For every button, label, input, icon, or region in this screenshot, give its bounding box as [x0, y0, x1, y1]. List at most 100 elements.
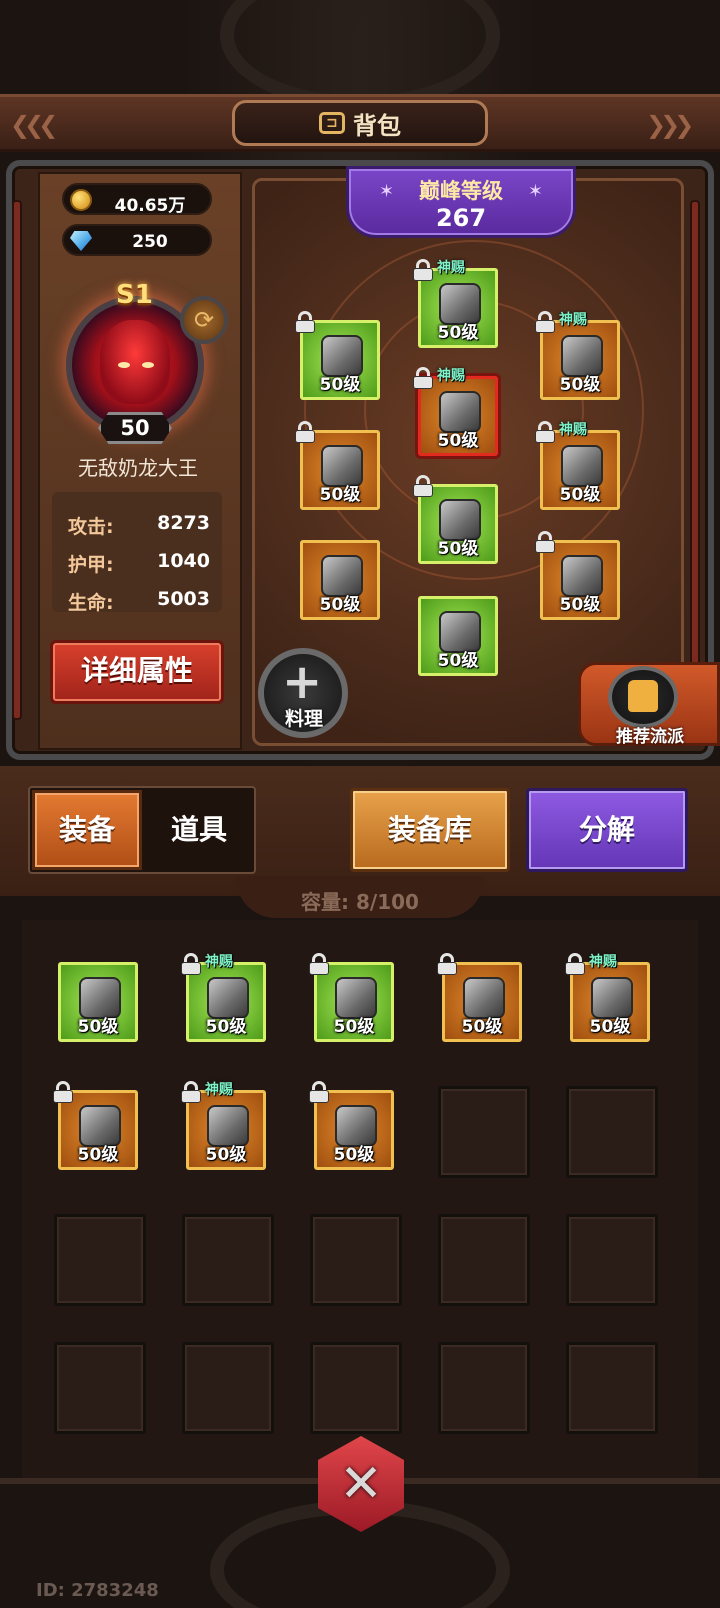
- item-level: 50级: [319, 595, 361, 615]
- blessed-tag: 神赐: [589, 954, 617, 970]
- empty-slot[interactable]: [566, 1086, 658, 1178]
- health-value: 5003: [157, 588, 210, 610]
- inventory-item[interactable]: 50级 神赐: [181, 1081, 266, 1170]
- equipped-slot-weapon[interactable]: 50级: [300, 540, 380, 620]
- lock-icon: [295, 421, 315, 443]
- inventory-item[interactable]: 50级 神赐: [565, 953, 650, 1042]
- empty-slot[interactable]: [438, 1086, 530, 1178]
- inventory-item[interactable]: 50级: [437, 953, 522, 1042]
- hero-level: 50: [98, 412, 172, 444]
- inventory-item[interactable]: 50级: [58, 962, 138, 1042]
- bag-icon: ⊐: [319, 112, 345, 134]
- item-level: 50级: [319, 375, 361, 395]
- hero-portrait: [100, 320, 170, 404]
- equipped-slot-pants[interactable]: 50级: [413, 475, 498, 564]
- user-id: ID: 2783248: [36, 1580, 159, 1601]
- cooking-label: 料理: [284, 708, 323, 730]
- lock-icon: [565, 953, 585, 975]
- gem-value: 250: [132, 232, 168, 252]
- star-icon: ✶: [527, 181, 543, 202]
- peak-level-banner[interactable]: ✶ ✶ 巅峰等级 267: [346, 166, 576, 238]
- item-level: 50级: [205, 1145, 247, 1165]
- gold-display: 40.65万: [62, 183, 212, 216]
- armor-value: 1040: [157, 550, 210, 572]
- empty-slot[interactable]: [310, 1214, 402, 1306]
- item-level: 50级: [319, 485, 361, 505]
- equipped-slot-boots[interactable]: 50级: [418, 596, 498, 676]
- tab-items[interactable]: 道具: [146, 790, 252, 870]
- swap-hero-button[interactable]: ⟳: [180, 296, 228, 344]
- peak-level-value: 267: [435, 204, 487, 232]
- lock-icon: [413, 475, 433, 497]
- inventory-item[interactable]: 50级: [309, 1081, 394, 1170]
- armor-label: 护甲:: [68, 554, 114, 576]
- empty-slot[interactable]: [54, 1214, 146, 1306]
- dismantle-button[interactable]: 分解: [526, 788, 688, 872]
- equipped-slot-ring[interactable]: 50级 神赐: [535, 421, 620, 510]
- empty-slot[interactable]: [438, 1342, 530, 1434]
- item-level: 50级: [437, 539, 479, 559]
- lock-icon: [181, 1081, 201, 1103]
- diamond-icon: [70, 231, 92, 251]
- lock-icon: [535, 531, 555, 553]
- blessed-tag: 神赐: [205, 1082, 233, 1098]
- item-level: 50级: [437, 651, 479, 671]
- equipment-storage-button[interactable]: 装备库: [350, 788, 510, 872]
- item-level: 50级: [77, 1017, 119, 1037]
- tab-equipment[interactable]: 装备: [32, 790, 142, 870]
- empty-slot[interactable]: [566, 1214, 658, 1306]
- empty-slot[interactable]: [566, 1342, 658, 1434]
- lock-icon: [413, 367, 433, 389]
- attack-label: 攻击:: [68, 516, 114, 538]
- frame-rail-left: [12, 200, 22, 720]
- health-label: 生命:: [68, 592, 114, 614]
- inventory-item[interactable]: 50级: [53, 1081, 138, 1170]
- thumbs-up-icon: [628, 680, 658, 712]
- item-level: 50级: [77, 1145, 119, 1165]
- item-level: 50级: [559, 485, 601, 505]
- empty-slot[interactable]: [182, 1342, 274, 1434]
- plus-icon: +: [282, 654, 323, 710]
- gem-display: 250: [62, 224, 212, 256]
- item-level: 50级: [437, 323, 479, 343]
- empty-slot[interactable]: [182, 1214, 274, 1306]
- title-plate: ⊐ 背包: [232, 100, 488, 146]
- empty-slot[interactable]: [310, 1342, 402, 1434]
- page-title: 背包: [353, 111, 401, 140]
- lock-icon: [295, 311, 315, 333]
- rank-badge: S1: [116, 280, 153, 310]
- lock-icon: [309, 1081, 329, 1103]
- item-level: 50级: [437, 431, 479, 451]
- item-level: 50级: [461, 1017, 503, 1037]
- blessed-tag: 神赐: [205, 954, 233, 970]
- equipped-slot-head[interactable]: 50级 神赐: [413, 259, 498, 348]
- frame-rail-right: [690, 200, 700, 720]
- equipped-slot-trinket[interactable]: 50级: [535, 531, 620, 620]
- lock-icon: [535, 421, 555, 443]
- gold-value: 40.65万: [114, 196, 186, 216]
- hero-name: 无敌奶龙大王: [78, 456, 198, 480]
- equipped-slot-shoulder[interactable]: 50级: [295, 311, 380, 400]
- empty-slot[interactable]: [54, 1342, 146, 1434]
- recommended-build-label: 推荐流派: [616, 727, 684, 747]
- blessed-tag: 神赐: [437, 368, 465, 384]
- equipped-slot-chest[interactable]: 50级 神赐: [413, 367, 498, 456]
- equipped-slot-necklace[interactable]: 50级 神赐: [535, 311, 620, 400]
- detail-attributes-button[interactable]: 详细属性: [50, 640, 224, 704]
- item-level: 50级: [589, 1017, 631, 1037]
- item-level: 50级: [559, 595, 601, 615]
- item-level: 50级: [559, 375, 601, 395]
- equipped-slot-gloves[interactable]: 50级: [295, 421, 380, 510]
- blessed-tag: 神赐: [559, 422, 587, 438]
- lock-icon: [53, 1081, 73, 1103]
- item-level: 50级: [333, 1145, 375, 1165]
- inventory-item[interactable]: 50级: [309, 953, 394, 1042]
- hero-eye: [142, 362, 154, 368]
- inventory-item[interactable]: 50级 神赐: [181, 953, 266, 1042]
- empty-slot[interactable]: [438, 1214, 530, 1306]
- hero-eye: [118, 362, 130, 368]
- attack-value: 8273: [157, 512, 210, 534]
- blessed-tag: 神赐: [437, 260, 465, 276]
- lock-icon: [413, 259, 433, 281]
- close-button[interactable]: ✕: [318, 1436, 404, 1532]
